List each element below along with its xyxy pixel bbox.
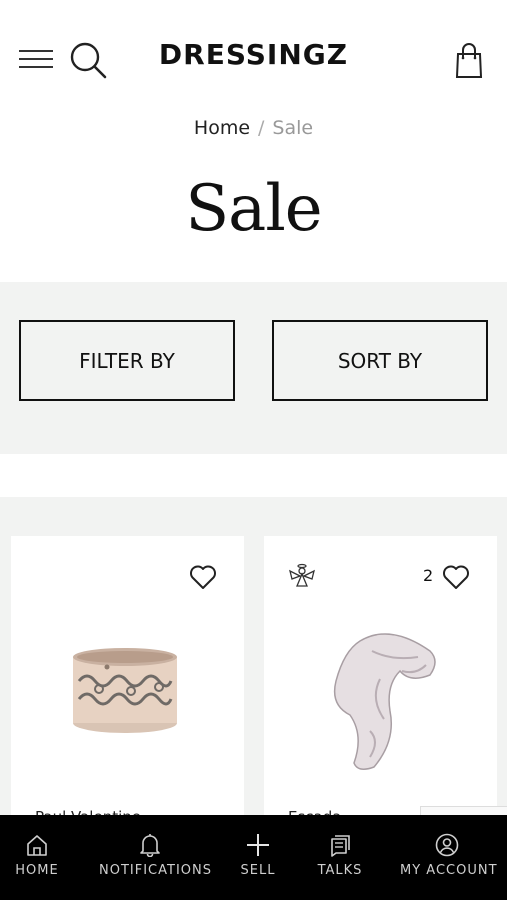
- brand-logo[interactable]: DRESSINGZ: [0, 38, 507, 71]
- shopping-bag-icon[interactable]: [455, 41, 483, 79]
- bottom-navigation: HOME NOTIFICATIONS SELL TALKS MY ACCOUNT: [0, 815, 507, 900]
- heart-icon[interactable]: [189, 564, 217, 590]
- nav-label: TALKS: [317, 863, 363, 878]
- breadcrumb-home[interactable]: Home: [194, 117, 250, 139]
- nav-label: MY ACCOUNT: [400, 863, 498, 878]
- nav-home[interactable]: HOME: [5, 815, 69, 900]
- angel-icon: [289, 563, 315, 587]
- app-header: DRESSINGZ: [0, 0, 507, 110]
- page-title: Sale: [185, 172, 322, 246]
- nav-sell[interactable]: SELL: [234, 815, 282, 900]
- nav-talks[interactable]: TALKS: [314, 815, 366, 900]
- filter-by-button[interactable]: FILTER BY: [19, 320, 235, 401]
- bell-icon: [140, 834, 160, 857]
- nav-my-account[interactable]: MY ACCOUNT: [400, 815, 498, 900]
- filter-sort-bar: FILTER BY SORT BY: [0, 282, 507, 454]
- product-card[interactable]: 2 Escada: [264, 536, 497, 836]
- product-image[interactable]: [320, 621, 440, 771]
- home-icon: [27, 835, 47, 856]
- like-count: 2: [423, 566, 434, 585]
- heart-icon[interactable]: [442, 564, 470, 590]
- nav-notifications[interactable]: NOTIFICATIONS: [99, 815, 212, 900]
- nav-label: NOTIFICATIONS: [99, 863, 212, 878]
- nav-label: SELL: [240, 863, 276, 878]
- nav-label: HOME: [15, 863, 59, 878]
- account-icon: [435, 833, 459, 857]
- product-card[interactable]: Paul Valentine: [11, 536, 244, 836]
- breadcrumb-current: Sale: [272, 117, 314, 139]
- sort-by-button[interactable]: SORT BY: [272, 320, 488, 401]
- chat-icon: [331, 835, 350, 857]
- breadcrumb-separator: /: [258, 117, 265, 139]
- product-image[interactable]: [69, 641, 181, 736]
- breadcrumb: Home / Sale: [0, 117, 507, 139]
- plus-icon: [247, 834, 269, 856]
